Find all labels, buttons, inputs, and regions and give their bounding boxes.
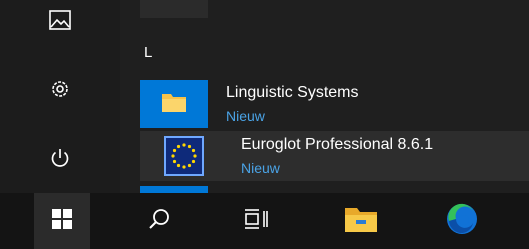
taskbar bbox=[0, 193, 529, 249]
app-list-item-linguistic-systems[interactable]: Linguistic Systems Nieuw bbox=[140, 80, 529, 128]
task-view-icon bbox=[243, 208, 269, 235]
euroglot-eu-flag-icon bbox=[164, 136, 204, 176]
app-tile-partial[interactable] bbox=[140, 0, 208, 18]
power-icon[interactable] bbox=[42, 140, 78, 176]
folder-icon bbox=[161, 91, 187, 118]
file-explorer-button[interactable] bbox=[333, 193, 389, 249]
search-icon bbox=[147, 207, 171, 236]
app-tile-linguistic-systems bbox=[140, 80, 208, 128]
edge-icon bbox=[446, 203, 478, 240]
windows-logo-icon bbox=[52, 208, 72, 234]
app-name: Linguistic Systems bbox=[226, 84, 359, 101]
file-explorer-icon bbox=[344, 205, 378, 238]
app-name: Euroglot Professional 8.6.1 bbox=[241, 136, 434, 153]
start-button[interactable] bbox=[34, 193, 90, 249]
start-menu: L Linguistic Systems Nieuw Euroglot Prof… bbox=[0, 0, 529, 193]
start-left-rail bbox=[0, 0, 120, 193]
section-letter-header[interactable]: L bbox=[144, 44, 152, 61]
gear-icon[interactable] bbox=[42, 71, 78, 107]
task-view-button[interactable] bbox=[228, 193, 284, 249]
pictures-icon[interactable] bbox=[42, 2, 78, 38]
search-button[interactable] bbox=[131, 193, 187, 249]
new-badge: Nieuw bbox=[241, 160, 280, 176]
new-badge: Nieuw bbox=[226, 108, 265, 124]
app-list-item-euroglot[interactable]: Euroglot Professional 8.6.1 Nieuw bbox=[140, 131, 529, 181]
edge-browser-button[interactable] bbox=[434, 193, 490, 249]
app-tile-partial[interactable] bbox=[140, 186, 208, 193]
